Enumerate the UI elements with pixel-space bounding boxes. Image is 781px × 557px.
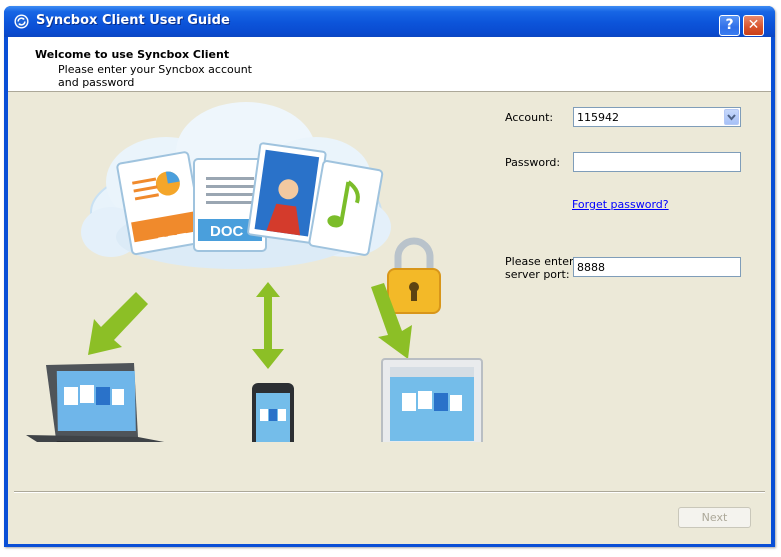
header-subtitle: Please enter your Syncbox account and pa… [58,63,252,89]
help-button[interactable]: ? [719,15,740,36]
password-field[interactable] [573,152,741,172]
sync-arrows [88,282,412,369]
close-button[interactable]: ✕ [743,15,764,36]
port-label-line2: server port: [505,268,570,281]
wizard-body: Welcome to use Syncbox Client Please ent… [8,37,771,544]
footer-separator [14,491,765,493]
forget-password-link[interactable]: Forget password? [572,198,669,211]
port-label-line1: Please enter [505,255,574,268]
arrow-to-laptop-icon [88,292,148,355]
phone-icon [252,383,294,442]
lock-icon [387,237,441,314]
server-port-field[interactable]: 8888 [573,257,741,277]
window-title: Syncbox Client User Guide [36,13,230,28]
syncbox-window: Syncbox Client User Guide ? ✕ Welcome to… [0,0,781,557]
password-label: Password: [505,156,561,169]
title-bar[interactable]: Syncbox Client User Guide ? ✕ [4,6,775,37]
account-select[interactable]: 115942 [573,107,741,127]
desktop-monitor-icon [381,358,483,442]
account-value: 115942 [577,111,619,124]
sync-illustration: PPT DOC [26,102,483,442]
wizard-header: Welcome to use Syncbox Client Please ent… [8,37,771,92]
header-title: Welcome to use Syncbox Client [35,48,230,61]
next-button[interactable]: Next [678,507,751,528]
account-label: Account: [505,111,554,124]
app-sync-icon [14,14,29,29]
doc-label: DOC [210,223,244,240]
arrow-to-phone-icon [252,282,284,369]
laptop-icon [26,363,165,442]
chevron-down-icon[interactable] [724,109,739,125]
